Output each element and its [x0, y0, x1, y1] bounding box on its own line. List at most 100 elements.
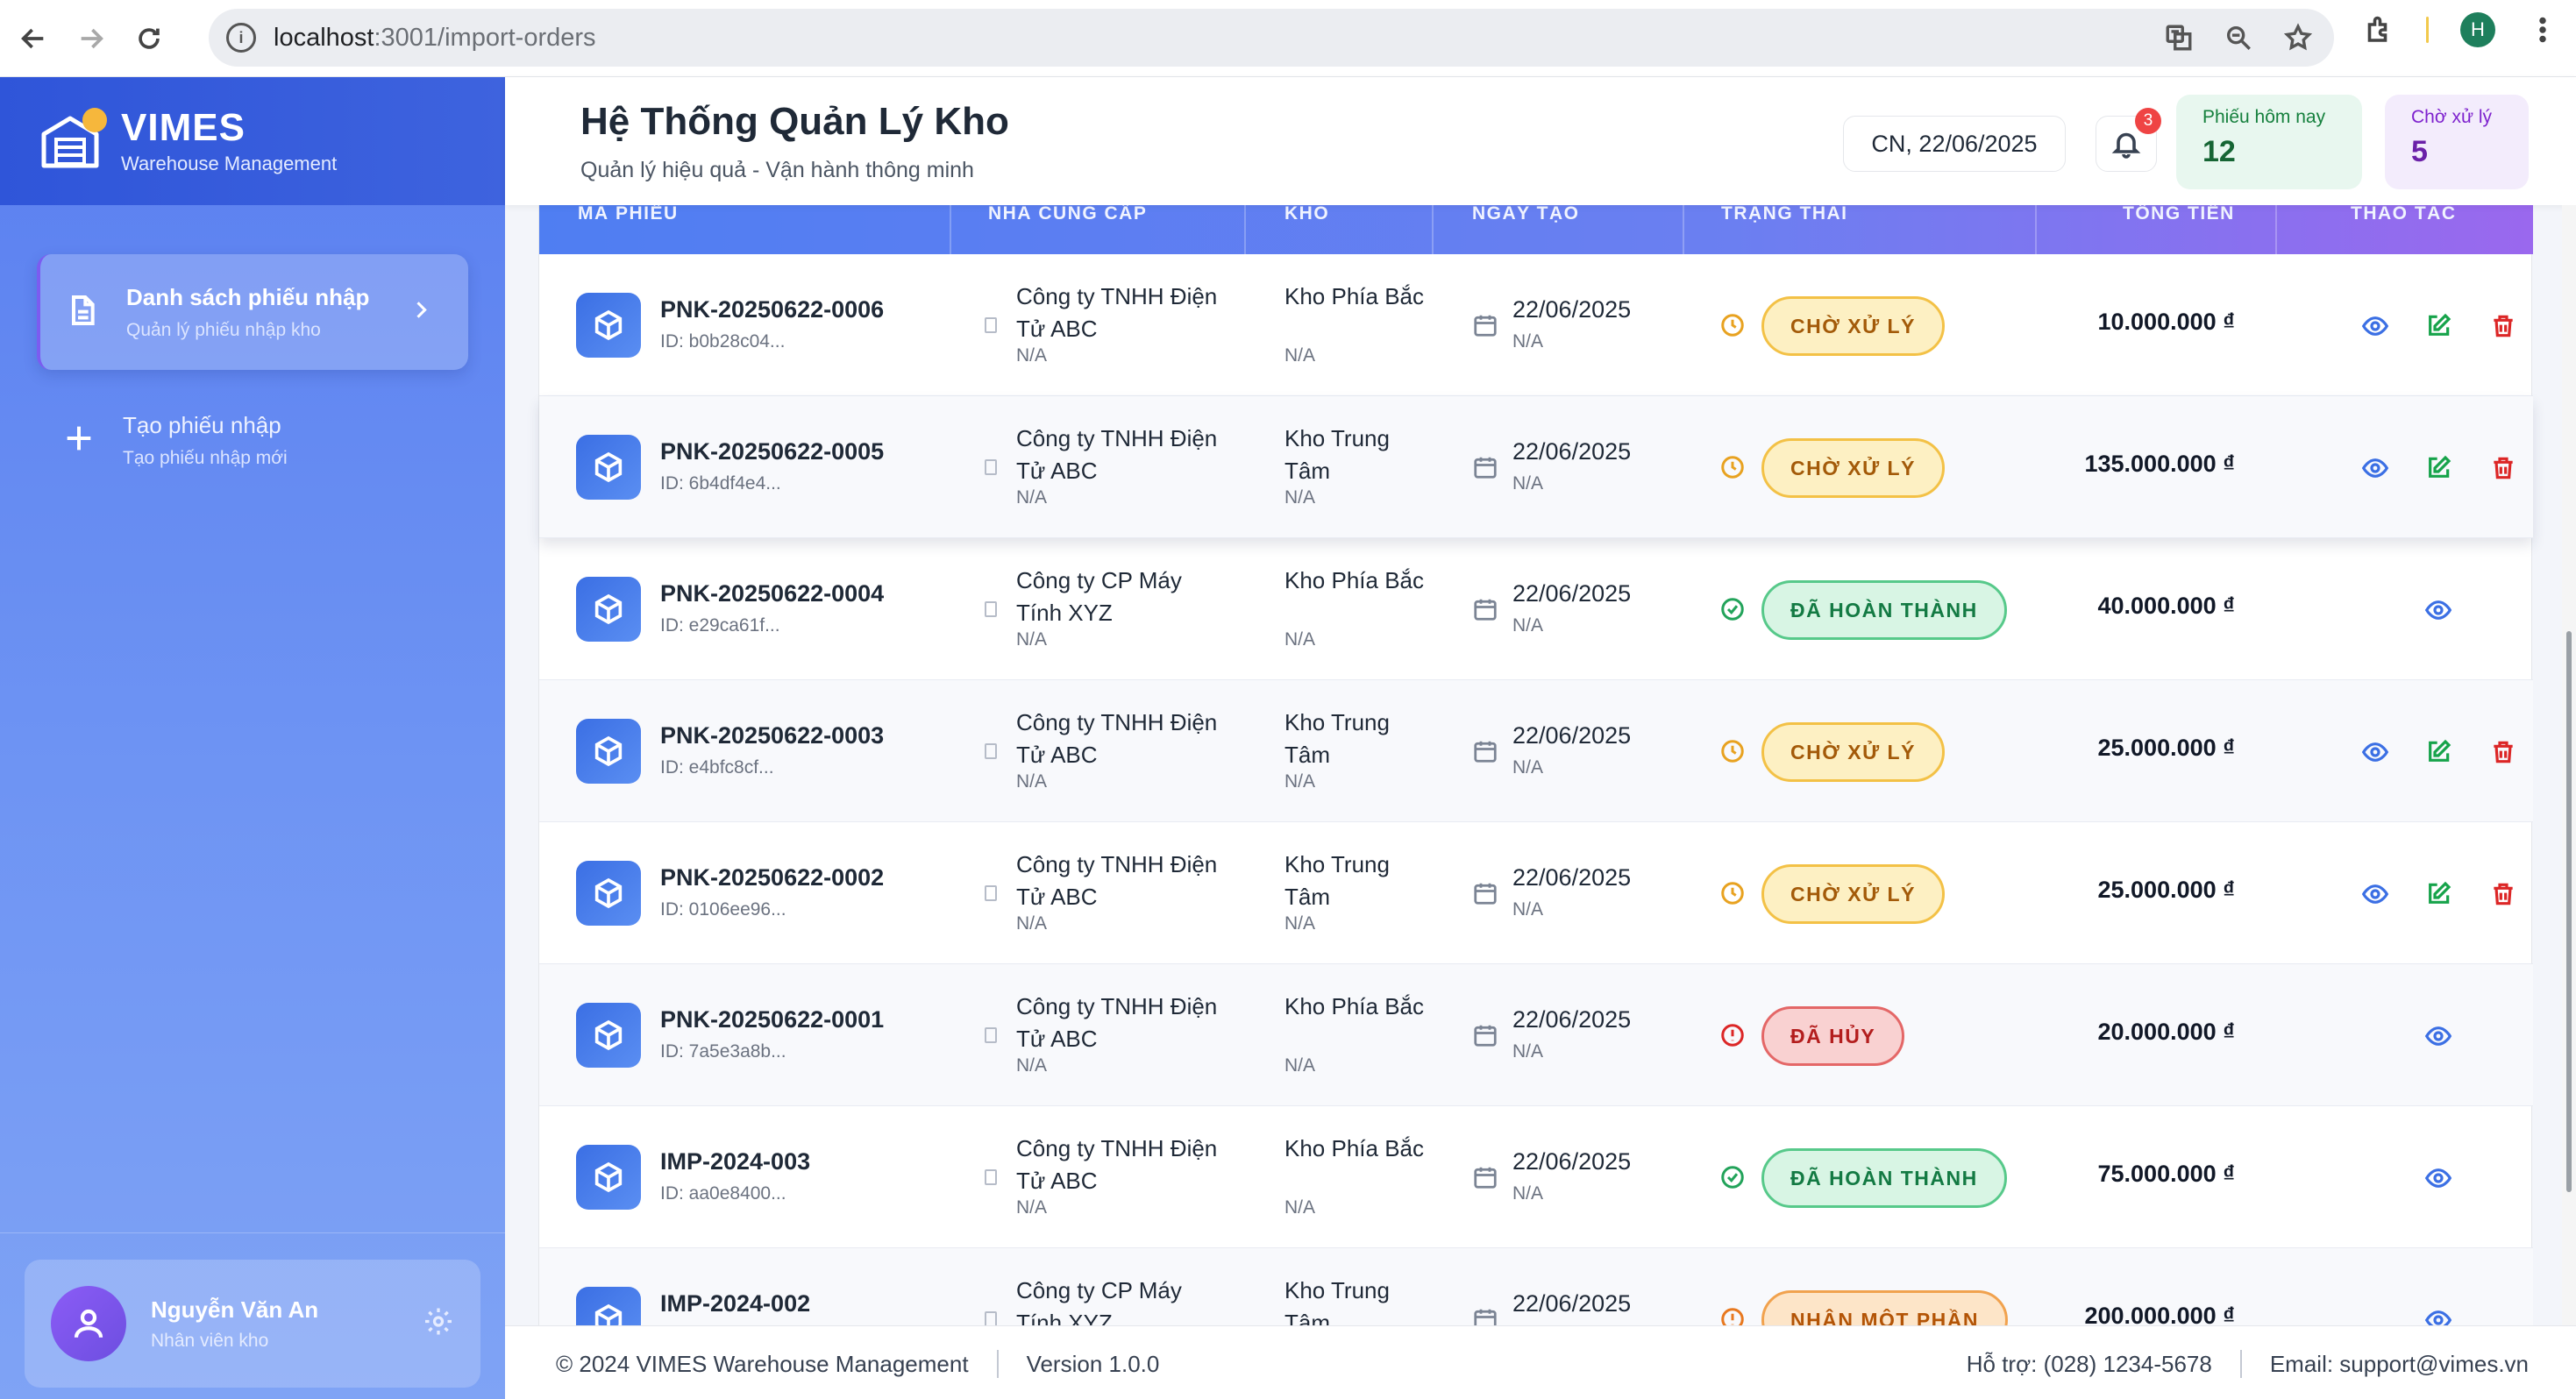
- supplier-name: Công ty TNHH Điện Tử ABC: [1016, 1135, 1218, 1194]
- created-date-sub: N/A: [1512, 331, 1544, 352]
- delete-button[interactable]: [2487, 310, 2519, 342]
- supplier-icon: [985, 1169, 997, 1185]
- trash-icon: [2494, 741, 2513, 763]
- scrollbar[interactable]: [2562, 205, 2576, 1325]
- eye-icon: [2424, 1026, 2452, 1046]
- table-row[interactable]: PNK-20250622-0005 ID: 6b4df4e4... Công ty …: [539, 396, 2533, 538]
- total-amount: 135.000.000 ₫: [2084, 451, 2235, 477]
- status-badge: NHẬN MỘT PHẦN: [1761, 1290, 2008, 1325]
- view-button[interactable]: [2423, 1020, 2454, 1052]
- edit-button[interactable]: [2423, 736, 2454, 768]
- order-code[interactable]: IMP-2024-003: [660, 1148, 810, 1175]
- forward-button[interactable]: [67, 14, 116, 63]
- supplier-sub: N/A: [1016, 771, 1048, 792]
- gear-icon[interactable]: [423, 1306, 454, 1342]
- created-date: 22/06/2025: [1512, 1290, 1632, 1317]
- column-header-status[interactable]: TRẠNG THÁI: [1721, 205, 1848, 254]
- reload-button[interactable]: [125, 14, 174, 63]
- order-code[interactable]: PNK-20250622-0001: [660, 1006, 884, 1033]
- sidebar-item-title: Danh sách phiếu nhập: [126, 283, 370, 310]
- site-info-icon[interactable]: i: [226, 23, 256, 53]
- eye-icon: [2424, 1310, 2452, 1325]
- stat-value: 12: [2202, 135, 2236, 168]
- table-row[interactable]: PNK-20250622-0004 ID: e29ca61f... Công ty …: [539, 538, 2533, 680]
- view-button[interactable]: [2423, 594, 2454, 626]
- view-button[interactable]: [2423, 1304, 2454, 1325]
- user-role: Nhân viên kho: [151, 1330, 269, 1351]
- column-divider: [1683, 205, 1684, 254]
- total-amount: 75.000.000 ₫: [2097, 1161, 2236, 1187]
- sidebar-item-create-import[interactable]: Tạo phiếu nhập Tạo phiếu nhập mới: [37, 382, 468, 498]
- eye-icon: [2361, 458, 2389, 478]
- footer-copyright: © 2024 VIMES Warehouse Management: [556, 1350, 969, 1377]
- page-title: Hệ Thống Quản Lý Kho: [580, 100, 1009, 143]
- scrollbar-thumb[interactable]: [2566, 631, 2572, 1192]
- profile-avatar[interactable]: H: [2460, 12, 2495, 47]
- warehouse-name: Kho Trung Tâm: [1284, 1277, 1390, 1325]
- table-row[interactable]: PNK-20250622-0002 ID: 0106ee96... Công ty …: [539, 822, 2533, 964]
- bookmark-star-icon[interactable]: [2283, 23, 2313, 53]
- column-header-supplier[interactable]: NHÀ CUNG CẤP: [988, 205, 1147, 254]
- back-button[interactable]: [9, 14, 58, 63]
- calendar-icon: [1472, 880, 1498, 911]
- package-icon: [576, 861, 641, 926]
- created-date-sub: N/A: [1512, 899, 1544, 920]
- table-row[interactable]: PNK-20250622-0003 ID: e4bfc8cf... Công ty …: [539, 680, 2533, 822]
- page-subtitle: Quản lý hiệu quả - Vận hành thông minh: [580, 158, 974, 182]
- sidebar-item-import-list[interactable]: Danh sách phiếu nhập Quản lý phiếu nhập …: [37, 254, 468, 370]
- order-code[interactable]: PNK-20250622-0005: [660, 438, 884, 465]
- edit-button[interactable]: [2423, 878, 2454, 910]
- order-code[interactable]: PNK-20250622-0002: [660, 864, 884, 891]
- footer-email[interactable]: Email: support@vimes.vn: [2270, 1351, 2529, 1378]
- supplier-icon: [985, 317, 997, 333]
- order-code[interactable]: PNK-20250622-0004: [660, 580, 884, 607]
- order-code[interactable]: IMP-2024-002: [660, 1290, 810, 1317]
- order-code[interactable]: PNK-20250622-0003: [660, 722, 884, 749]
- calendar-icon: [1472, 454, 1498, 485]
- plus-icon: [61, 421, 96, 460]
- view-button[interactable]: [2359, 878, 2391, 910]
- zoom-icon[interactable]: [2224, 23, 2253, 53]
- view-button[interactable]: [2359, 736, 2391, 768]
- column-header-code[interactable]: MÃ PHIẾU: [578, 205, 679, 254]
- url-text[interactable]: localhost:3001/import-orders: [274, 24, 596, 53]
- address-bar[interactable]: i localhost:3001/import-orders: [209, 9, 2334, 67]
- edit-button[interactable]: [2423, 452, 2454, 484]
- edit-button[interactable]: [2423, 310, 2454, 342]
- column-header-date[interactable]: NGÀY TẠO: [1472, 205, 1579, 254]
- order-code[interactable]: PNK-20250622-0006: [660, 296, 884, 323]
- table-row[interactable]: PNK-20250622-0001 ID: 7a5e3a8b... Công ty …: [539, 964, 2533, 1106]
- warehouse-name: Kho Trung Tâm: [1284, 851, 1390, 910]
- view-button[interactable]: [2359, 452, 2391, 484]
- table-row[interactable]: IMP-2024-003 ID: aa0e8400... Công ty TNHH …: [539, 1106, 2533, 1248]
- calendar-icon: [1472, 312, 1498, 343]
- footer-support: Hỗ trợ: (028) 1234-5678: [1966, 1350, 2212, 1377]
- logo-status-dot: [82, 108, 107, 132]
- package-icon: [576, 719, 641, 784]
- notification-button[interactable]: 3: [2096, 108, 2161, 172]
- user-card[interactable]: Nguyễn Văn An Nhân viên kho: [25, 1260, 480, 1388]
- table-row[interactable]: IMP-2024-002 Công ty CP Máy Tính XYZ Kho T…: [539, 1248, 2533, 1325]
- column-header-total[interactable]: TỔNG TIỀN: [2123, 205, 2235, 254]
- column-header-warehouse[interactable]: KHO: [1284, 205, 1329, 254]
- user-name: Nguyễn Văn An: [151, 1296, 319, 1323]
- check-circle-icon: [1719, 1164, 1746, 1195]
- delete-button[interactable]: [2487, 878, 2519, 910]
- supplier-name: Công ty TNHH Điện Tử ABC: [1016, 283, 1218, 342]
- created-date: 22/06/2025: [1512, 864, 1632, 891]
- view-button[interactable]: [2359, 310, 2391, 342]
- page-footer: © 2024 VIMES Warehouse Management Versio…: [505, 1325, 2576, 1399]
- delete-button[interactable]: [2487, 452, 2519, 484]
- order-id: ID: 6b4df4e4...: [660, 473, 781, 494]
- stat-label: Chờ xử lý: [2411, 107, 2493, 127]
- order-id: ID: e29ca61f...: [660, 615, 780, 636]
- created-date: 22/06/2025: [1512, 580, 1632, 607]
- table-row[interactable]: PNK-20250622-0006 ID: b0b28c04... Công ty …: [539, 254, 2533, 396]
- extensions-icon[interactable]: [2363, 14, 2395, 46]
- alert-circle-icon: [1719, 1022, 1746, 1053]
- translate-icon[interactable]: [2164, 23, 2194, 53]
- more-menu-icon[interactable]: [2527, 14, 2558, 46]
- eye-icon: [2424, 600, 2452, 620]
- view-button[interactable]: [2423, 1162, 2454, 1194]
- delete-button[interactable]: [2487, 736, 2519, 768]
